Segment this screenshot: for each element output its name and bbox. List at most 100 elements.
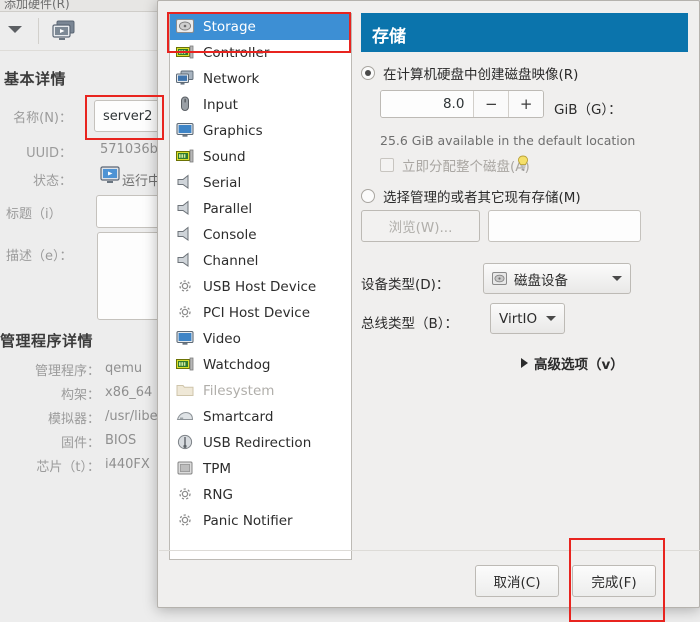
device-list-item-label: Video [203, 331, 241, 347]
device-list-item-tpm[interactable]: TPM [170, 456, 351, 482]
device-list-item-graphics[interactable]: Graphics [170, 118, 351, 144]
chevron-down-icon-bus-type [546, 316, 556, 321]
device-list-item-label: Network [203, 71, 260, 87]
hypervisor-label: 管理程序： [34, 364, 100, 379]
device-list-item-label: USB Redirection [203, 435, 312, 451]
running-icon [100, 166, 120, 187]
disk-device-icon [492, 272, 507, 285]
finish-button[interactable]: 完成(F) [572, 565, 656, 597]
name-input[interactable]: server2 [94, 100, 166, 132]
storage-path-input[interactable] [488, 210, 641, 242]
device-list-item-label: TPM [203, 461, 232, 477]
uuid-label: UUID： [26, 146, 72, 161]
bus-type-select[interactable]: VirtIO [490, 303, 565, 334]
disk-size-value[interactable]: 8.0 [381, 91, 474, 117]
dialog-button-separator [159, 550, 700, 551]
name-input-value: server2 [103, 109, 153, 124]
disk-size-minus-button[interactable]: − [473, 91, 509, 117]
parallel-port-icon [176, 200, 196, 218]
graphics-icon [176, 122, 196, 140]
filesystem-icon [176, 382, 196, 400]
device-list-item-label: PCI Host Device [203, 305, 311, 321]
pane-title: 存储 [372, 27, 406, 47]
device-list-item-console[interactable]: Console [170, 222, 351, 248]
device-type-value: 磁盘设备 [514, 272, 568, 289]
firmware-value: BIOS [105, 433, 137, 448]
advanced-options-expander[interactable]: 高级选项（v） [521, 353, 624, 373]
device-list-item-label: Watchdog [203, 357, 271, 373]
device-list-item-label: Storage [203, 19, 256, 35]
tpm-icon [176, 460, 196, 478]
device-type-list[interactable]: Storage Controller Network Input Graphics Sou… [169, 13, 352, 560]
device-list-item-video[interactable]: Video [170, 326, 351, 352]
chipset-value: i440FX [105, 457, 150, 472]
emulator-label: 模拟器： [47, 412, 100, 427]
allocate-entire-disk-checkbox[interactable]: 立即分配整个磁盘(A) [380, 155, 530, 175]
usb-redirection-icon [176, 434, 196, 452]
device-list-item-label: Controller [203, 45, 270, 61]
device-list-item-rng[interactable]: RNG [170, 482, 351, 508]
smartcard-icon [176, 408, 196, 426]
device-list-item-controller[interactable]: Controller [170, 40, 351, 66]
select-existing-storage-label: 选择管理的或者其它现有存储(M) [383, 190, 581, 206]
device-list-item-storage[interactable]: Storage [170, 14, 351, 40]
caret-down-icon[interactable] [8, 26, 22, 33]
disk-size-stepper[interactable]: 8.0 − + [380, 90, 544, 118]
device-list-item-smartcard[interactable]: Smartcard [170, 404, 351, 430]
allocate-entire-disk-label: 立即分配整个磁盘(A) [402, 159, 530, 175]
device-list-item-parallel[interactable]: Parallel [170, 196, 351, 222]
usb-host-icon [176, 278, 196, 296]
channel-port-icon [176, 252, 196, 270]
device-list-item-network[interactable]: Network [170, 66, 351, 92]
device-type-select[interactable]: 磁盘设备 [483, 263, 631, 294]
device-list-item-usb-host-device[interactable]: USB Host Device [170, 274, 351, 300]
toolbar-separator [38, 18, 39, 44]
device-list-item-watchdog[interactable]: Watchdog [170, 352, 351, 378]
device-list-item-label: Sound [203, 149, 246, 165]
device-list-item-label: Serial [203, 175, 242, 191]
device-list-item-label: USB Host Device [203, 279, 317, 295]
bus-type-label: 总线类型（B）： [361, 316, 459, 332]
device-list-item-channel[interactable]: Channel [170, 248, 351, 274]
device-list-item-input[interactable]: Input [170, 92, 351, 118]
device-list-item-label: Console [203, 227, 257, 243]
architecture-label: 构架： [60, 388, 100, 403]
console-port-icon [176, 226, 196, 244]
size-unit-label: GiB（G）： [554, 102, 622, 118]
state-label: 状态： [32, 174, 72, 189]
device-list-item-label: Channel [203, 253, 259, 269]
device-list-item-filesystem: Filesystem [170, 378, 351, 404]
firmware-label: 固件： [60, 436, 100, 451]
device-list-item-label: Panic Notifier [203, 513, 293, 529]
device-type-label: 设备类型(D)： [361, 277, 450, 293]
select-existing-storage-radio[interactable]: 选择管理的或者其它现有存储(M) [361, 186, 581, 206]
disk-size-plus-button[interactable]: + [508, 91, 543, 117]
description-label: 描述（e）： [6, 249, 73, 264]
watchdog-icon [176, 356, 196, 374]
device-list-item-pci-host-device[interactable]: PCI Host Device [170, 300, 351, 326]
title-label: 标题（i） [6, 207, 62, 222]
device-list-item-sound[interactable]: Sound [170, 144, 351, 170]
device-list-item-serial[interactable]: Serial [170, 170, 351, 196]
hypervisor-value: qemu [105, 361, 143, 376]
radio-indicator-existing [361, 189, 375, 203]
create-disk-image-label: 在计算机硬盘中创建磁盘映像(R) [383, 67, 579, 83]
device-list-item-panic-notifier[interactable]: Panic Notifier [170, 508, 351, 534]
panic-notifier-icon [176, 512, 196, 530]
cancel-button[interactable]: 取消(C) [475, 565, 559, 597]
device-list-item-label: RNG [203, 487, 233, 503]
vm-console-icon[interactable] [52, 20, 80, 47]
architecture-value: x86_64 [105, 385, 153, 400]
device-list-item-usb-redirection[interactable]: USB Redirection [170, 430, 351, 456]
triangle-right-icon [521, 358, 528, 368]
add-hardware-dialog: Storage Controller Network Input Graphics Sou… [157, 0, 700, 608]
browse-button[interactable]: 浏览(W)... [361, 210, 480, 242]
bus-type-value: VirtIO [499, 310, 538, 327]
lightbulb-icon[interactable] [516, 155, 530, 174]
state-value: 运行中 [122, 174, 162, 189]
basic-details-title: 基本详情 [4, 70, 67, 88]
radio-indicator-create [361, 66, 375, 80]
storage-icon [176, 18, 196, 36]
create-disk-image-radio[interactable]: 在计算机硬盘中创建磁盘映像(R) [361, 63, 578, 83]
advanced-options-label: 高级选项（v） [534, 357, 624, 373]
